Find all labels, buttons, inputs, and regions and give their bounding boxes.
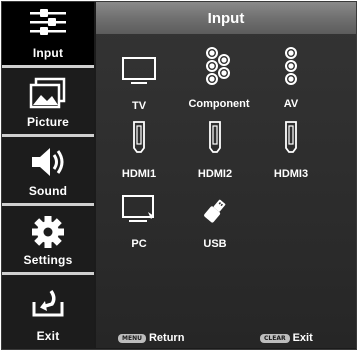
source-label: USB xyxy=(203,238,227,250)
sidebar-item-picture[interactable]: Picture xyxy=(2,71,94,137)
exit-label: Exit xyxy=(292,332,313,344)
sidebar-item-label: Picture xyxy=(26,115,70,129)
source-label: AV xyxy=(283,98,299,110)
pc-monitor-icon xyxy=(121,184,157,224)
source-tv[interactable]: TV xyxy=(96,46,182,116)
input-cables-icon xyxy=(28,8,68,43)
sidebar-item-sound[interactable]: Sound xyxy=(2,140,94,206)
gear-icon xyxy=(31,215,65,254)
sidebar-item-settings[interactable]: Settings xyxy=(2,209,94,275)
sidebar-item-exit[interactable]: Exit xyxy=(2,278,94,348)
sidebar-item-label: Sound xyxy=(28,184,68,198)
source-hdmi3[interactable]: HDMI3 xyxy=(248,114,334,184)
source-label: TV xyxy=(131,100,147,112)
hdmi-port-icon xyxy=(207,114,223,154)
source-usb[interactable]: USB xyxy=(172,184,258,254)
sidebar-item-label: Exit xyxy=(36,329,60,343)
sidebar-item-label: Input xyxy=(32,46,64,60)
av-jacks-icon xyxy=(283,46,299,86)
source-pc[interactable]: PC xyxy=(96,184,182,254)
return-label: Return xyxy=(148,332,185,344)
hdmi-port-icon xyxy=(131,114,147,154)
tv-monitor-icon xyxy=(121,46,157,86)
footer-exit[interactable]: CLEAR Exit xyxy=(260,332,313,344)
input-panel: Input TV Component AV HDMI1 HDMI2 HDMI3 … xyxy=(96,2,356,348)
source-av[interactable]: AV xyxy=(248,46,334,116)
clear-key-badge: CLEAR xyxy=(260,333,290,343)
source-label: HDMI3 xyxy=(273,168,309,180)
sidebar: Input Picture Sound Settings Exit xyxy=(2,2,94,348)
page-title: Input xyxy=(96,2,356,34)
source-label: Component xyxy=(188,98,250,110)
source-label: HDMI2 xyxy=(197,168,233,180)
footer-return[interactable]: MENU Return xyxy=(118,332,184,344)
usb-icon xyxy=(202,184,228,224)
source-label: PC xyxy=(131,238,147,250)
menu-key-badge: MENU xyxy=(118,333,146,343)
exit-arrow-icon xyxy=(30,288,66,323)
component-jacks-icon xyxy=(204,46,234,86)
picture-icon xyxy=(28,77,68,114)
speaker-icon xyxy=(28,146,68,183)
source-label: HDMI1 xyxy=(121,168,157,180)
hdmi-port-icon xyxy=(283,114,299,154)
sidebar-item-input[interactable]: Input xyxy=(2,2,94,68)
source-hdmi1[interactable]: HDMI1 xyxy=(96,114,182,184)
source-hdmi2[interactable]: HDMI2 xyxy=(172,114,258,184)
sidebar-item-label: Settings xyxy=(23,253,73,267)
